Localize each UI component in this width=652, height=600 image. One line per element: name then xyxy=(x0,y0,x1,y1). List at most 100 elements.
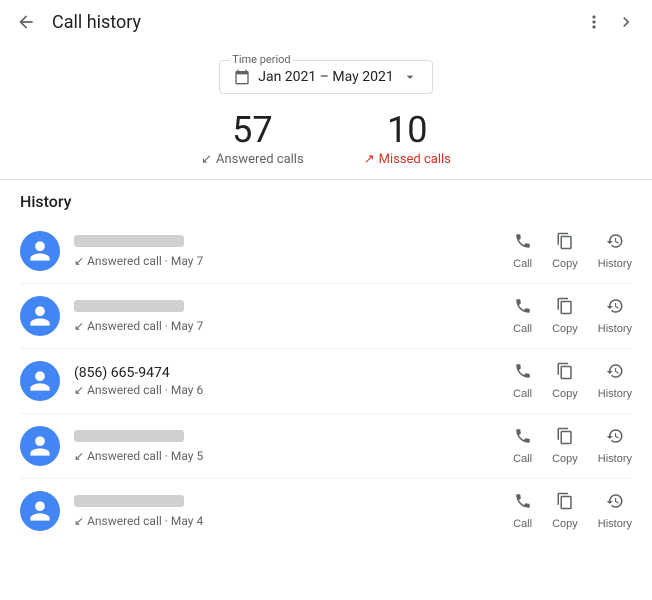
history-action-button[interactable]: History xyxy=(598,427,632,465)
history-icon xyxy=(606,492,624,515)
time-period-label: Time period xyxy=(230,53,292,66)
header: Call history xyxy=(0,0,652,44)
section-divider xyxy=(0,179,652,180)
call-item: (856) 665-9474 ↙ Answered call · May 6 C… xyxy=(20,349,632,414)
history-label: History xyxy=(598,323,632,335)
answered-check-icon: ↙ xyxy=(74,449,84,463)
answered-check-icon: ↙ xyxy=(74,383,84,397)
missed-icon: ↗ xyxy=(364,152,375,167)
call-label: Call xyxy=(513,323,532,335)
history-icon xyxy=(606,232,624,255)
call-number: (856) 665-9474 xyxy=(74,365,194,379)
calendar-icon xyxy=(234,69,250,85)
call-number-blurred xyxy=(74,430,184,442)
call-item: ↙ Answered call · May 5 Call Copy xyxy=(20,414,632,479)
call-detail-text: Answered call · May 5 xyxy=(87,449,203,463)
history-action-button[interactable]: History xyxy=(598,492,632,530)
avatar xyxy=(20,296,60,336)
chevron-down-icon xyxy=(402,69,418,85)
call-detail-text: Answered call · May 7 xyxy=(87,319,203,333)
time-period-container: Time period Jan 2021 – May 2021 xyxy=(0,60,652,94)
history-label: History xyxy=(598,388,632,400)
copy-label: Copy xyxy=(552,388,578,400)
call-label: Call xyxy=(513,388,532,400)
history-action-button[interactable]: History xyxy=(598,362,632,400)
answered-check-icon: ↙ xyxy=(74,514,84,528)
history-icon xyxy=(606,297,624,320)
copy-icon xyxy=(556,427,574,450)
copy-label: Copy xyxy=(552,323,578,335)
more-menu-button[interactable] xyxy=(580,8,608,36)
call-number-blurred xyxy=(74,235,184,247)
call-detail: ↙ Answered call · May 6 xyxy=(74,383,513,397)
answered-check-icon: ↙ xyxy=(74,319,84,333)
history-action-button[interactable]: History xyxy=(598,232,632,270)
call-icon xyxy=(514,232,532,255)
page-title: Call history xyxy=(52,12,141,33)
call-detail: ↙ Answered call · May 4 xyxy=(74,514,513,528)
call-label: Call xyxy=(513,453,532,465)
call-info: ↙ Answered call · May 4 xyxy=(74,495,513,528)
call-label: Call xyxy=(513,518,532,530)
call-action-button[interactable]: Call xyxy=(513,362,532,400)
answered-calls-stat: 57 ↙ Answered calls xyxy=(201,112,304,167)
call-number-blurred xyxy=(74,495,184,507)
history-title: History xyxy=(20,192,632,211)
copy-label: Copy xyxy=(552,258,578,270)
missed-calls-label: ↗ Missed calls xyxy=(364,152,451,167)
copy-label: Copy xyxy=(552,453,578,465)
call-number-blurred xyxy=(74,300,184,312)
call-detail-text: Answered call · May 4 xyxy=(87,514,203,528)
call-icon xyxy=(514,297,532,320)
copy-action-button[interactable]: Copy xyxy=(552,427,578,465)
avatar xyxy=(20,426,60,466)
header-left: Call history xyxy=(12,8,141,36)
copy-action-button[interactable]: Copy xyxy=(552,232,578,270)
copy-action-button[interactable]: Copy xyxy=(552,362,578,400)
call-actions: Call Copy History xyxy=(513,427,632,465)
call-icon xyxy=(514,362,532,385)
copy-label: Copy xyxy=(552,518,578,530)
copy-action-button[interactable]: Copy xyxy=(552,492,578,530)
call-info: (856) 665-9474 ↙ Answered call · May 6 xyxy=(74,365,513,397)
missed-calls-stat: 10 ↗ Missed calls xyxy=(364,112,451,167)
history-section: History ↙ Answered call · May 7 Call xyxy=(0,192,652,543)
answered-icon: ↙ xyxy=(201,152,212,167)
call-action-button[interactable]: Call xyxy=(513,232,532,270)
time-period-value: Jan 2021 – May 2021 xyxy=(258,69,393,85)
avatar xyxy=(20,361,60,401)
copy-icon xyxy=(556,492,574,515)
call-list: ↙ Answered call · May 7 Call Copy xyxy=(20,219,632,543)
copy-action-button[interactable]: Copy xyxy=(552,297,578,335)
avatar xyxy=(20,231,60,271)
history-action-button[interactable]: History xyxy=(598,297,632,335)
call-detail-text: Answered call · May 7 xyxy=(87,254,203,268)
call-item: ↙ Answered call · May 4 Call Copy xyxy=(20,479,632,543)
history-icon xyxy=(606,427,624,450)
call-action-button[interactable]: Call xyxy=(513,427,532,465)
call-action-button[interactable]: Call xyxy=(513,492,532,530)
forward-button[interactable] xyxy=(612,8,640,36)
call-icon xyxy=(514,492,532,515)
call-icon xyxy=(514,427,532,450)
call-detail: ↙ Answered call · May 7 xyxy=(74,319,513,333)
history-icon xyxy=(606,362,624,385)
back-button[interactable] xyxy=(12,8,40,36)
call-detail: ↙ Answered call · May 5 xyxy=(74,449,513,463)
call-item: ↙ Answered call · May 7 Call Copy xyxy=(20,284,632,349)
history-label: History xyxy=(598,453,632,465)
avatar xyxy=(20,491,60,531)
answered-check-icon: ↙ xyxy=(74,254,84,268)
copy-icon xyxy=(556,362,574,385)
call-action-button[interactable]: Call xyxy=(513,297,532,335)
answered-calls-label: ↙ Answered calls xyxy=(201,152,304,167)
time-period-dropdown[interactable]: Time period Jan 2021 – May 2021 xyxy=(219,60,432,94)
call-detail: ↙ Answered call · May 7 xyxy=(74,254,513,268)
call-label: Call xyxy=(513,258,532,270)
call-info: ↙ Answered call · May 7 xyxy=(74,235,513,268)
call-actions: Call Copy History xyxy=(513,297,632,335)
missed-calls-count: 10 xyxy=(364,112,451,148)
call-actions: Call Copy History xyxy=(513,362,632,400)
copy-icon xyxy=(556,232,574,255)
header-actions xyxy=(580,8,640,36)
